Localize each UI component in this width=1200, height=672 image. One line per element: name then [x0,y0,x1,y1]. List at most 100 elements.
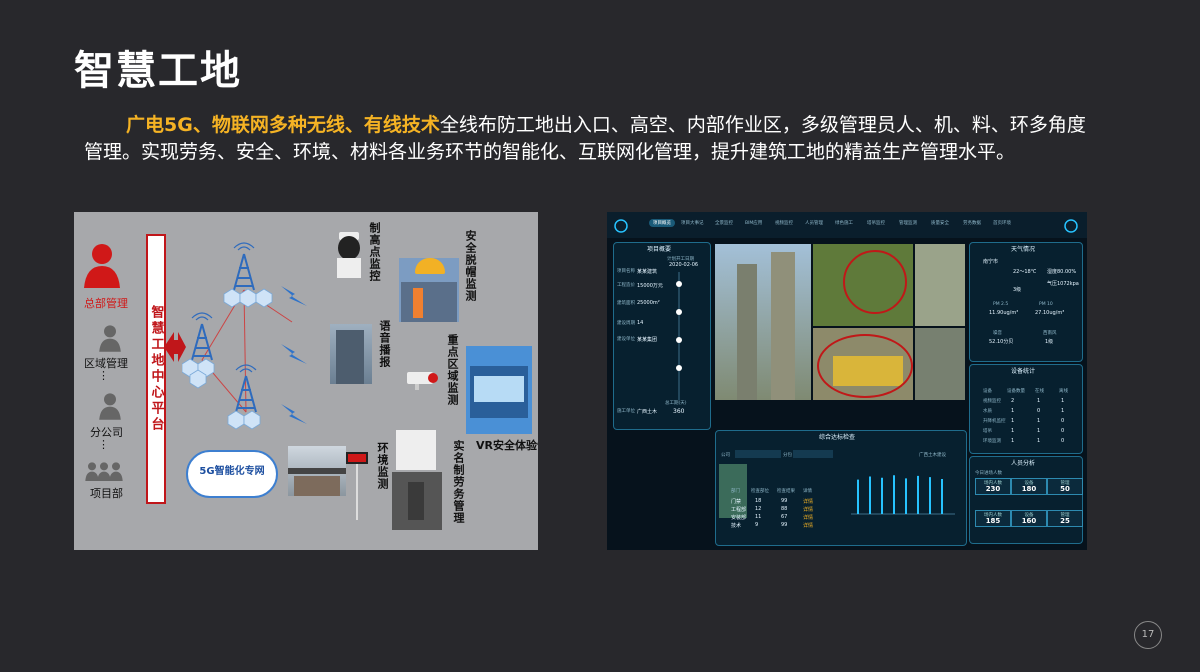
device-header: 离线 [1059,389,1068,394]
weather-pressure: 气压1072kpa [1047,281,1079,287]
platform-box: 智慧工地中心平台 [146,234,166,504]
inspect-cell: 门禁 [731,499,742,505]
hex-cluster-2 [182,358,215,389]
settings-ring-icon[interactable] [1063,218,1079,234]
branch-person-icon [90,392,130,424]
chart-bar [893,475,895,514]
inspect-cell: 99 [781,522,788,528]
label-high-point: 制高点监控 [368,222,381,282]
stat-card: 场内人数 185 [975,510,1011,527]
site-photo-2 [915,244,965,326]
device-cell: 1 [1011,428,1015,434]
device-title: 设备统计 [1011,368,1036,375]
inspect-cell: 9 [755,522,759,528]
nav-item-7[interactable]: 塔吊监控 [867,220,885,226]
device-cell: 1 [1061,408,1065,414]
weather-humidity: 湿度80.00% [1047,269,1077,275]
chart-bar [881,477,883,514]
ellipsis-2: ⋮ [98,438,109,451]
device-cell: 1 [1011,438,1015,444]
nav-item-11[interactable]: 首页环境 [993,220,1011,226]
5g-cloud: 5G智能化专网 [186,450,278,498]
total-days: 360 [673,408,685,415]
inspect-cell: 99 [781,498,788,504]
role-project: 项目部 [90,487,123,500]
company-label: 公司 [721,453,730,458]
ellipsis-1: ⋮ [98,369,109,382]
tower-icon-1 [233,242,255,291]
wind2-label: 西南风 [1043,331,1057,336]
hex-cluster-3 [227,410,261,430]
field-value: 某某集团 [637,337,658,343]
inspect-cell: 详情 [803,499,814,505]
field-value: 25000m² [637,300,660,306]
inspect-cell: 18 [755,498,762,504]
page-number: 17 [1134,621,1162,649]
inspect-header: 详情 [803,489,812,494]
pm25-label: PM 2.5 [993,302,1009,307]
field-label: 建筑面积 [617,301,635,306]
env-sensor-icon [346,448,368,520]
chart-bar [857,479,859,514]
device-cell: 视频监控 [983,399,1001,404]
nav-item-0[interactable]: 项目概览 [649,219,675,227]
device-cell: 0 [1037,408,1041,414]
device-cell: 0 [1061,438,1065,444]
smart-site-diagram: 总部管理 区域管理 ⋮ 分公司 ⋮ 项目部 智慧工地中心平台 5G智能化专网 制… [74,212,538,550]
label-labor: 实名制劳务管理 [452,440,465,524]
label-helmet: 安全脱帽监测 [464,230,477,302]
project-panel-title: 项目概要 [647,246,672,253]
pm25-value: 11.90ug/m³ [989,310,1019,316]
inspect-cell: 工程部 [731,507,747,513]
site-gate-photo [288,446,346,496]
gate-turnstile-photo [392,430,442,530]
signal-bolt-icon-3 [281,404,307,424]
logo-ring-icon [614,219,628,233]
label-env: 环境监测 [376,442,389,490]
device-header: 设备 [983,389,992,394]
noise-label: 噪音 [993,331,1002,336]
hq-person-icon [82,242,122,292]
label-key-area: 重点区域监测 [446,334,459,406]
inspect-header: 检查部位 [751,489,769,494]
stat-card: 管理 25 [1047,510,1083,527]
nav-item-10[interactable]: 劳务数据 [963,220,981,226]
dome-camera-icon [336,232,362,278]
nav-item-1[interactable]: 项目大事记 [681,220,704,226]
signal-bolt-icon-2 [281,344,307,364]
company-select[interactable] [735,450,781,458]
people-subtitle: 今日进场人数 [975,471,1002,476]
chart-bar [929,477,931,514]
nav-item-2[interactable]: 全景监控 [715,220,733,226]
people-title: 人员分析 [1011,460,1036,467]
nav-item-3[interactable]: BIM应用 [745,220,762,226]
inspect-cell: 详情 [803,515,814,521]
total-days-label: 总工期(天) [665,401,687,406]
chart-bar [917,475,919,514]
field-value: 某某建筑 [637,269,658,275]
dept-label: 分包 [783,453,792,458]
nav-item-9[interactable]: 质量安全 [931,220,949,226]
device-cell: 1 [1011,418,1015,424]
device-header: 设备数量 [1007,389,1025,394]
nav-item-8[interactable]: 管理监测 [899,220,917,226]
inspect-cell: 详情 [803,523,814,529]
wind2-value: 1级 [1045,339,1054,345]
stairs-photo [813,328,913,400]
highlight-text: 广电5G、物联网多种无线、有线技术 [126,114,440,136]
inspect-header: 检查结果 [777,489,795,494]
inspect-cell: 详情 [803,507,814,513]
tower-icon-2 [191,312,213,361]
device-cell: 0 [1061,418,1065,424]
timeline-line [676,272,682,400]
dept-select[interactable] [793,450,833,458]
inspect-cell: 安装部 [731,515,747,521]
nav-item-6[interactable]: 绿色施工 [835,220,853,226]
device-cell: 1 [1011,408,1015,414]
nav-item-4[interactable]: 视频监控 [775,220,793,226]
signal-bolt-icon-1 [281,286,307,306]
vr-hall-photo [466,346,532,434]
nav-item-5[interactable]: 人员管理 [805,220,823,226]
slide-paragraph: 广电5G、物联网多种无线、有线技术全线布防工地出入口、高空、内部作业区，多级管理… [84,112,1104,166]
pm10-label: PM 10 [1039,302,1053,307]
